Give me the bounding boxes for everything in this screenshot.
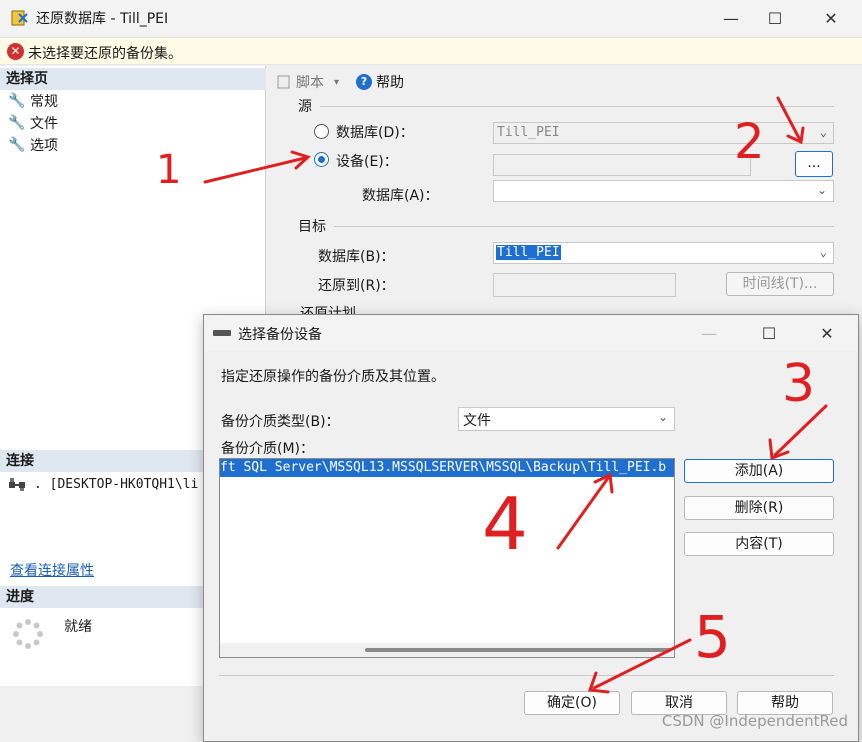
annotation-arrows <box>203 96 828 694</box>
annotation-4: 4 <box>482 482 528 566</box>
watermark: CSDN @IndependentRed <box>661 712 848 730</box>
annotation-3: 3 <box>782 354 816 414</box>
annotation-5: 5 <box>694 603 731 671</box>
annotation-2: 2 <box>734 114 765 170</box>
annotation-1: 1 <box>156 147 182 193</box>
